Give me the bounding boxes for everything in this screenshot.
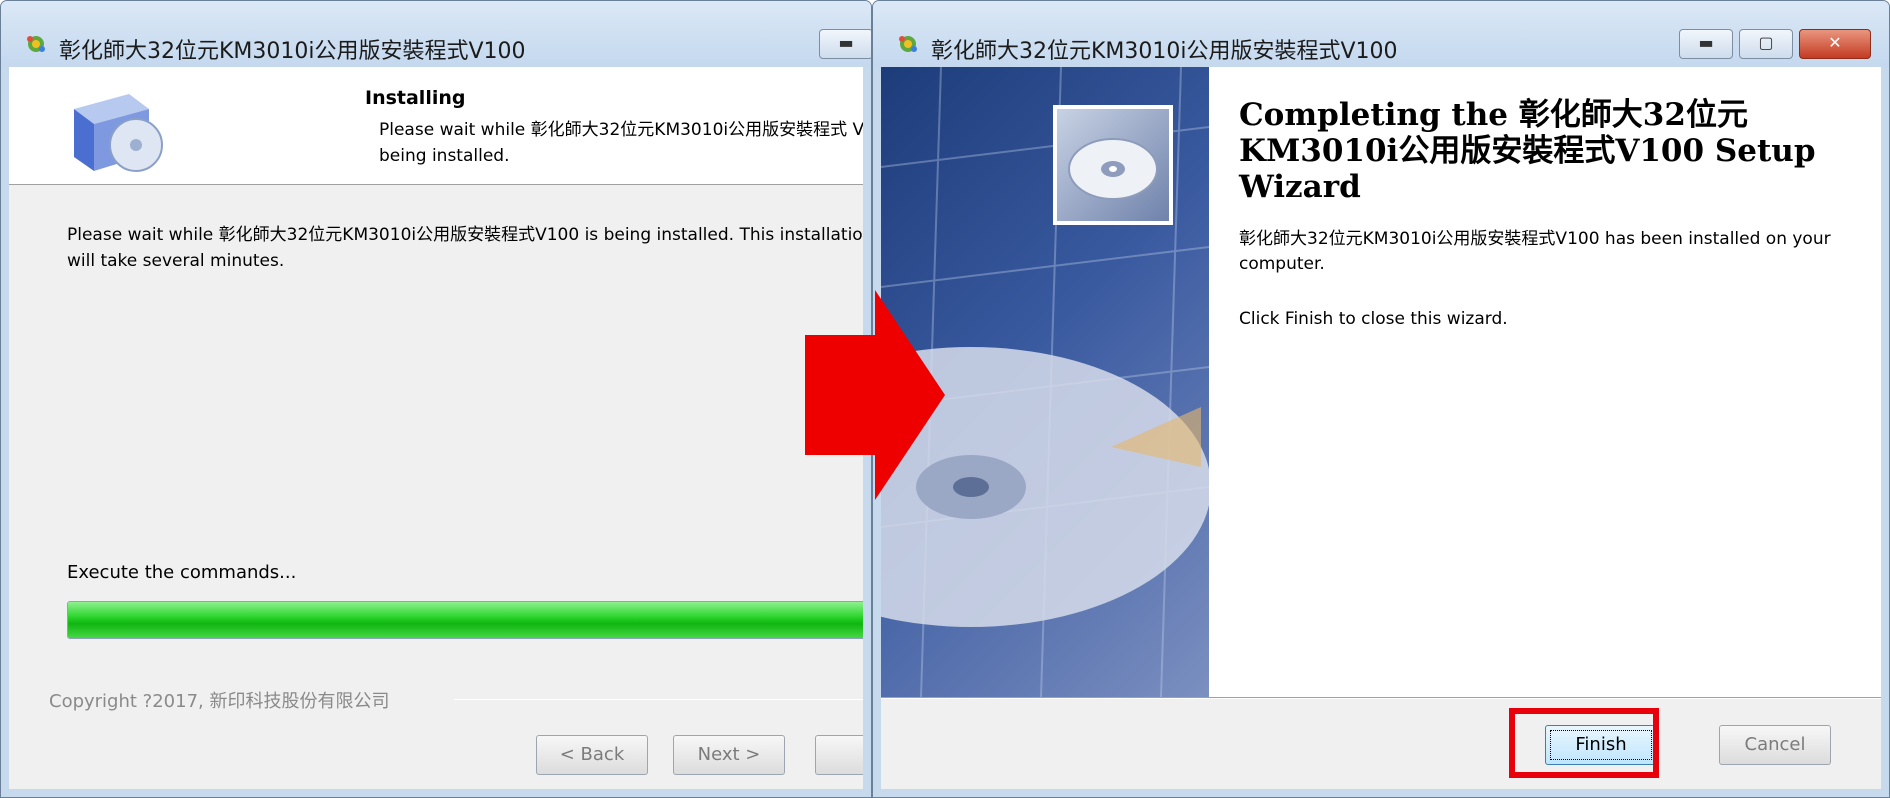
maximize-button[interactable]: ▢ (1739, 29, 1793, 59)
setup-box-icon (74, 94, 163, 172)
next-button[interactable]: Next > (673, 735, 785, 775)
copyright-text: Copyright ?2017, 新印科技股份有限公司 (49, 691, 390, 712)
progress-fill (68, 602, 863, 638)
title-bar[interactable]: 彰化師大32位元KM3010i公用版安裝程式V100 ▬ ▢ ✕ (873, 1, 1889, 67)
header-title: Installing (365, 87, 466, 109)
finish-hint: Click Finish to close this wizard. (1239, 309, 1508, 329)
close-icon: ✕ (1828, 33, 1842, 52)
wizard-client: Installing Please wait while 彰化師大32位元KM3… (9, 67, 863, 789)
wizard-client: Completing the 彰化師大32位元 KM3010i公用版安裝程式V1… (881, 67, 1881, 789)
minimize-button[interactable]: ▬ (1679, 29, 1733, 59)
button-area-divider (881, 697, 1881, 699)
installed-message: 彰化師大32位元KM3010i公用版安裝程式V100 has been inst… (1239, 229, 1831, 274)
footer-divider (454, 699, 863, 700)
completion-content: Completing the 彰化師大32位元 KM3010i公用版安裝程式V1… (1209, 67, 1881, 697)
finish-highlight-box (1509, 708, 1659, 778)
minimize-icon: ▬ (838, 33, 854, 52)
minimize-icon: ▬ (1698, 33, 1714, 52)
installing-window: 彰化師大32位元KM3010i公用版安裝程式V100 ▬ Installing … (0, 0, 872, 798)
progress-bar (67, 601, 863, 639)
installer-icon (27, 36, 45, 52)
status-text: Execute the commands... (67, 562, 297, 583)
cancel-button-partial[interactable] (815, 735, 863, 775)
install-description: Please wait while 彰化師大32位元KM3010i公用版安裝程式… (67, 225, 863, 271)
arrow-icon (805, 290, 945, 500)
completing-window: 彰化師大32位元KM3010i公用版安裝程式V100 ▬ ▢ ✕ Complet… (872, 0, 1890, 798)
minimize-button[interactable]: ▬ (819, 29, 871, 59)
window-title: 彰化師大32位元KM3010i公用版安裝程式V100 (931, 39, 1398, 64)
installer-icon (899, 36, 917, 52)
window-title: 彰化師大32位元KM3010i公用版安裝程式V100 (59, 39, 526, 64)
title-bar[interactable]: 彰化師大32位元KM3010i公用版安裝程式V100 ▬ (1, 1, 871, 67)
maximize-icon: ▢ (1758, 33, 1774, 52)
cancel-button[interactable]: Cancel (1719, 725, 1831, 765)
completion-heading: Completing the 彰化師大32位元 KM3010i公用版安裝程式V1… (1239, 97, 1816, 205)
close-button[interactable]: ✕ (1799, 29, 1871, 59)
back-button[interactable]: < Back (536, 735, 648, 775)
wizard-header: Installing Please wait while 彰化師大32位元KM3… (9, 67, 863, 185)
header-subtitle: Please wait while 彰化師大32位元KM3010i公用版安裝程式… (379, 120, 863, 166)
cd-icon (1053, 105, 1173, 225)
